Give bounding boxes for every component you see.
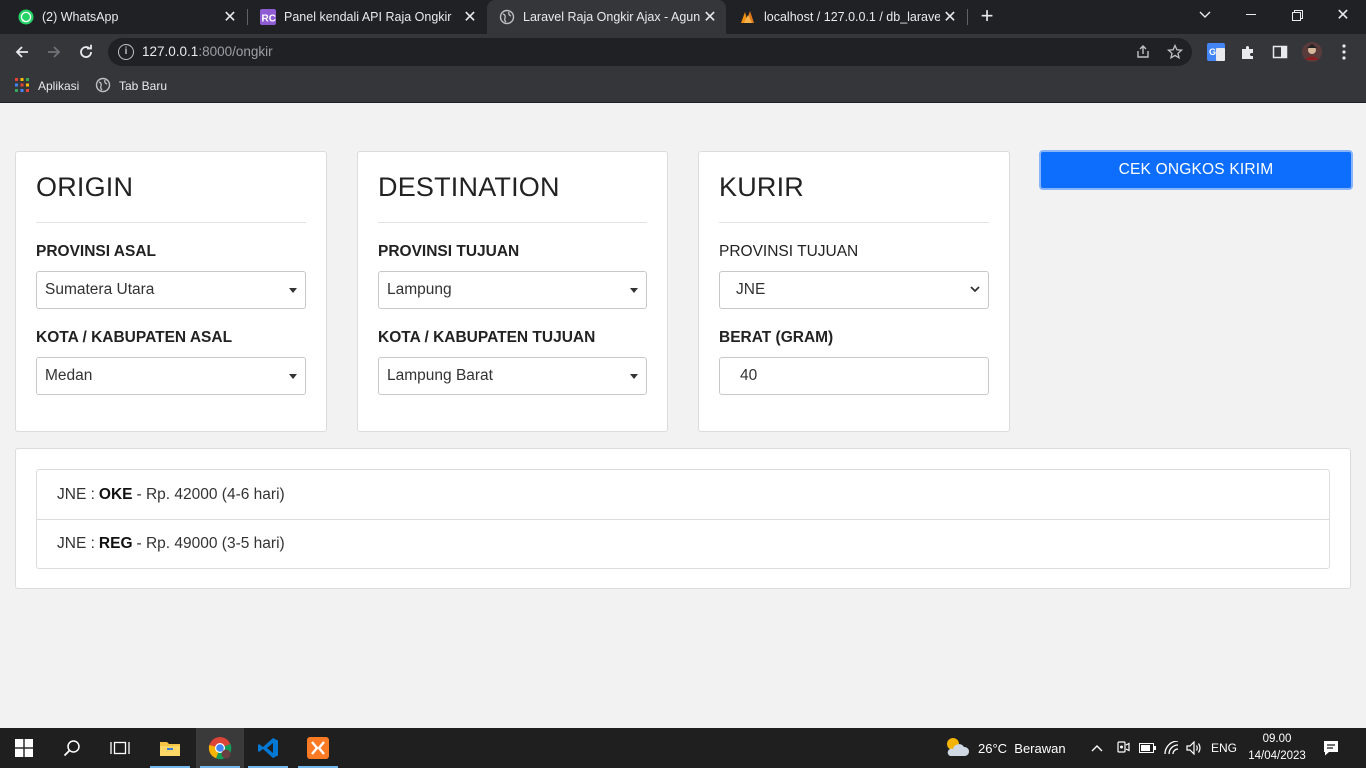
courier-select-label: PROVINSI TUJUAN (719, 243, 859, 260)
destination-city-select[interactable]: Lampung Barat (378, 357, 647, 395)
destination-card: DESTINATION PROVINSI TUJUAN Lampung KOTA… (357, 151, 668, 432)
svg-text:G: G (1209, 47, 1216, 57)
google-translate-extension-icon[interactable]: G (1206, 42, 1226, 62)
cloudy-weather-icon (944, 736, 970, 761)
origin-card: ORIGIN PROVINSI ASAL Sumatera Utara KOTA… (15, 151, 327, 432)
search-icon[interactable] (48, 728, 96, 768)
address-bar[interactable]: i 127.0.0.1:8000/ongkir (108, 38, 1192, 66)
back-button[interactable] (10, 40, 34, 64)
vscode-icon[interactable] (244, 728, 292, 768)
language-indicator[interactable]: ENG (1211, 728, 1237, 768)
reload-button[interactable] (74, 40, 98, 64)
battery-icon[interactable] (1139, 728, 1157, 768)
globe-icon (499, 9, 515, 25)
globe-icon (95, 77, 111, 96)
url-text[interactable]: 127.0.0.1:8000/ongkir (142, 44, 273, 59)
tab-rajaongkir-panel[interactable]: RC Panel kendali API Raja Ongkir ✕ (248, 0, 486, 34)
notifications-icon[interactable] (1322, 728, 1340, 768)
bookmarks-bar: Aplikasi Tab Baru (0, 70, 1366, 103)
svg-text:RC: RC (262, 14, 276, 25)
weight-label: BERAT (GRAM) (719, 329, 834, 346)
divider (378, 222, 647, 223)
show-hidden-icons-chevron-icon[interactable] (1090, 728, 1104, 768)
xampp-icon[interactable] (294, 728, 342, 768)
list-item: JNE : REG - Rp. 49000 (3-5 hari) (37, 519, 1329, 568)
rajaongkir-icon: RC (260, 9, 276, 25)
minimize-button[interactable] (1228, 0, 1274, 30)
restore-button[interactable] (1274, 0, 1320, 30)
dropdown-caret-icon (630, 288, 638, 293)
dropdown-caret-icon (289, 374, 297, 379)
tab-separator (967, 9, 968, 25)
new-tab-button[interactable]: + (976, 5, 998, 27)
bookmark-aplikasi[interactable]: Aplikasi (14, 76, 79, 96)
courier-title: KURIR (719, 172, 805, 202)
bookmark-tab-baru[interactable]: Tab Baru (95, 76, 167, 96)
close-tab-icon[interactable]: ✕ (460, 7, 480, 27)
destination-province-select[interactable]: Lampung (378, 271, 647, 309)
origin-title: ORIGIN (36, 172, 134, 202)
tab-phpmyadmin[interactable]: localhost / 127.0.0.1 / db_laravel_ ✕ (728, 0, 966, 34)
tab-search-chevron-icon[interactable] (1182, 0, 1228, 30)
extensions-puzzle-icon[interactable] (1238, 42, 1258, 62)
volume-icon[interactable] (1186, 728, 1202, 768)
destination-title: DESTINATION (378, 172, 560, 202)
shipping-results-list: JNE : OKE - Rp. 42000 (4-6 hari) JNE : R… (36, 469, 1330, 569)
dropdown-caret-icon (289, 288, 297, 293)
forward-button[interactable] (42, 40, 66, 64)
phpmyadmin-icon (740, 9, 756, 25)
origin-city-label: KOTA / KABUPATEN ASAL (36, 329, 233, 346)
close-tab-icon[interactable]: ✕ (220, 7, 240, 27)
destination-city-label: KOTA / KABUPATEN TUJUAN (378, 329, 596, 346)
dropdown-caret-icon (630, 374, 638, 379)
side-panel-icon[interactable] (1270, 42, 1290, 62)
courier-card: KURIR PROVINSI TUJUAN JNE BERAT (GRAM) 4… (698, 151, 1010, 432)
divider (36, 222, 306, 223)
origin-province-label: PROVINSI ASAL (36, 243, 156, 260)
close-window-button[interactable]: ✕ (1320, 0, 1366, 30)
chrome-menu-icon[interactable] (1334, 42, 1354, 62)
site-info-icon[interactable]: i (118, 44, 134, 60)
browser-tab-bar: (2) WhatsApp ✕ RC Panel kendali API Raja… (0, 0, 1366, 34)
tab-laravel-raja-ongkir[interactable]: Laravel Raja Ongkir Ajax - Agung ✕ (487, 0, 726, 34)
meet-now-icon[interactable] (1115, 728, 1131, 768)
origin-city-select[interactable]: Medan (36, 357, 306, 395)
system-clock[interactable]: 09.00 14/04/2023 (1242, 731, 1312, 765)
close-tab-icon[interactable]: ✕ (700, 7, 720, 27)
task-view-icon[interactable] (96, 728, 144, 768)
file-explorer-icon[interactable] (146, 728, 194, 768)
destination-province-label: PROVINSI TUJUAN (378, 243, 520, 260)
results-card: JNE : OKE - Rp. 42000 (4-6 hari) JNE : R… (15, 448, 1351, 589)
divider (719, 222, 989, 223)
weight-input[interactable]: 40 (719, 357, 989, 395)
wifi-icon[interactable] (1164, 728, 1180, 768)
list-item: JNE : OKE - Rp. 42000 (4-6 hari) (57, 485, 285, 503)
browser-toolbar: i 127.0.0.1:8000/ongkir G (0, 34, 1366, 70)
close-tab-icon[interactable]: ✕ (940, 7, 960, 27)
whatsapp-icon (18, 9, 34, 25)
apps-grid-icon (14, 77, 30, 96)
origin-province-select[interactable]: Sumatera Utara (36, 271, 306, 309)
chevron-down-icon (970, 286, 980, 293)
share-icon[interactable] (1134, 43, 1152, 61)
tab-whatsapp[interactable]: (2) WhatsApp ✕ (6, 0, 246, 34)
bookmark-star-icon[interactable] (1166, 43, 1184, 61)
check-shipping-cost-button[interactable]: CEK ONGKOS KIRIM (1039, 150, 1353, 190)
windows-start-icon[interactable] (0, 728, 48, 768)
chrome-taskbar-icon[interactable] (196, 728, 244, 768)
courier-select[interactable]: JNE (719, 271, 989, 309)
windows-taskbar: 26°C Berawan ENG 09.00 14/04/2023 (0, 728, 1366, 768)
profile-avatar[interactable] (1302, 42, 1322, 62)
weather-widget[interactable]: 26°C Berawan (944, 728, 1066, 768)
